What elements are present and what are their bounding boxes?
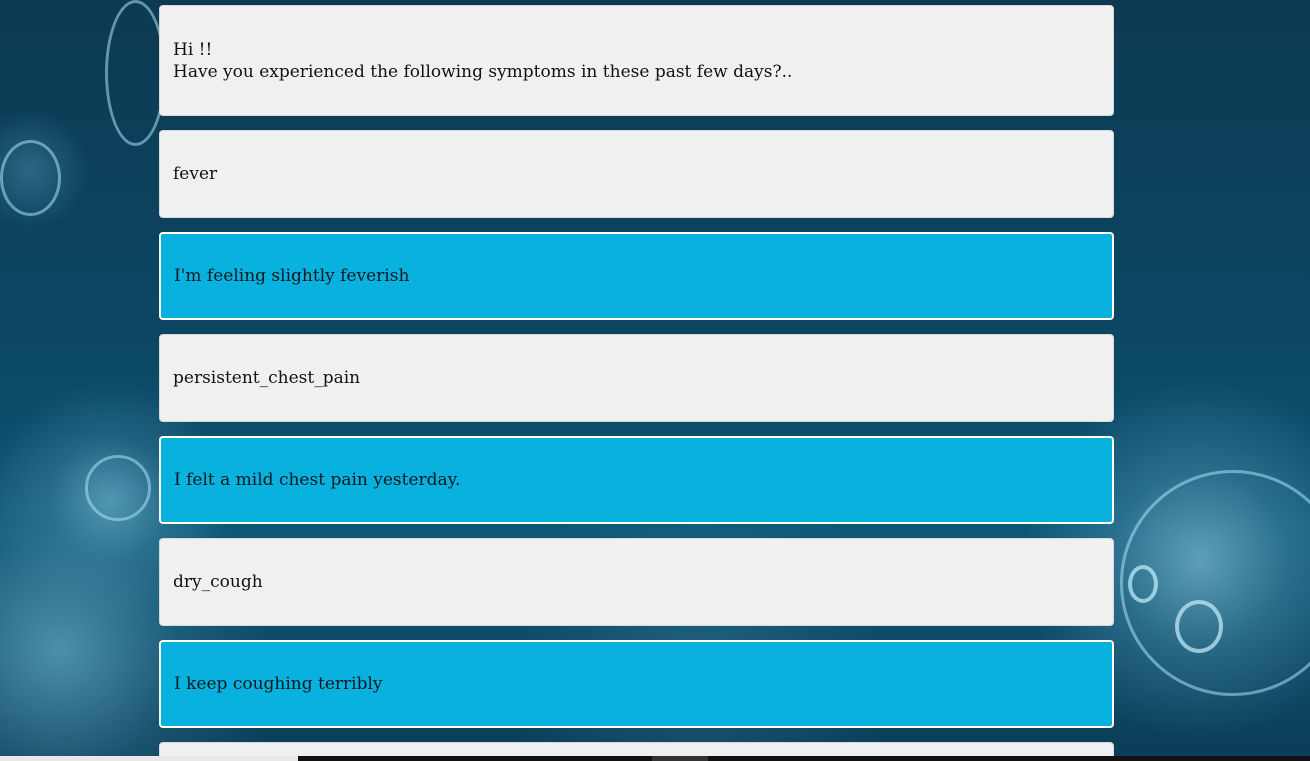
background-virus-decoration xyxy=(1175,600,1223,653)
scrollbar-thumb[interactable] xyxy=(0,756,298,761)
message-text: I felt a mild chest pain yesterday. xyxy=(174,470,461,490)
message-text: Hi !! xyxy=(173,39,213,60)
message-text: Have you experienced the following sympt… xyxy=(173,61,793,82)
bot-message: fever xyxy=(159,130,1114,218)
background-virus-decoration xyxy=(1128,565,1158,603)
bot-message: dry_cough xyxy=(159,538,1114,626)
message-text: dry_cough xyxy=(173,572,263,592)
message-text: fever xyxy=(173,164,218,184)
background-virus-decoration xyxy=(0,140,61,216)
bot-message: persistent_chest_pain xyxy=(159,334,1114,422)
horizontal-scrollbar[interactable] xyxy=(0,756,1310,761)
user-message: I felt a mild chest pain yesterday. xyxy=(159,436,1114,524)
message-text: I keep coughing terribly xyxy=(174,674,383,694)
background-virus-decoration xyxy=(105,0,166,146)
message-text: persistent_chest_pain xyxy=(173,368,361,388)
user-message: I'm feeling slightly feverish xyxy=(159,232,1114,320)
chat-log: Hi !! Have you experienced the following… xyxy=(159,5,1114,761)
background-virus-decoration xyxy=(85,455,151,521)
message-text: I'm feeling slightly feverish xyxy=(174,266,410,286)
user-message: I keep coughing terribly xyxy=(159,640,1114,728)
scrollbar-segment xyxy=(652,756,708,761)
bot-message: Hi !! Have you experienced the following… xyxy=(159,5,1114,116)
